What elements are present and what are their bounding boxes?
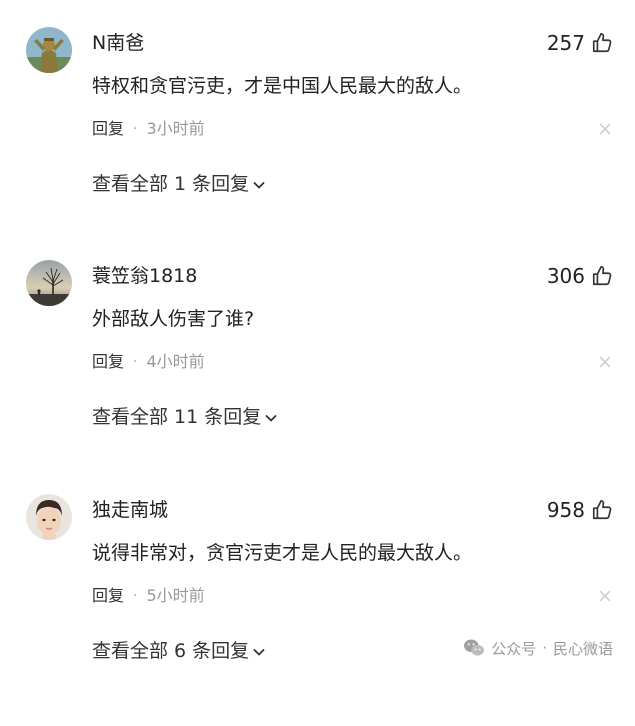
thumbs-up-icon[interactable] — [591, 32, 613, 54]
timestamp: 3小时前 — [146, 119, 205, 138]
comment-text: 外部敌人伤害了谁? — [92, 308, 255, 330]
comment-text: 特权和贪官污吏，才是中国人民最大的敌人。 — [92, 75, 473, 97]
thumbs-up-icon[interactable] — [591, 499, 613, 521]
comment-item: 独走南城 958 说得非常对，贪官污吏才是人民的最大敌人。 回复 · 5小时前 … — [0, 494, 635, 726]
timestamp: 5小时前 — [146, 586, 205, 605]
view-all-replies-button[interactable]: 查看全部 11 条回复 — [92, 404, 278, 430]
chevron-down-icon — [261, 409, 278, 425]
close-icon[interactable] — [599, 356, 611, 368]
face-avatar-icon — [26, 494, 72, 540]
comment-text: 说得非常对，贪官污吏才是人民的最大敌人。 — [92, 542, 473, 564]
watermark-account: 民心微语 — [552, 639, 613, 658]
like-button[interactable]: 958 — [547, 497, 613, 523]
wechat-icon — [463, 638, 491, 658]
comment-meta: 回复 · 5小时前 — [92, 585, 205, 607]
view-replies-label: 查看全部 1 条回复 — [92, 173, 250, 195]
chevron-down-icon — [249, 643, 266, 659]
watermark-label: 公众号 — [491, 639, 537, 658]
thumbs-up-icon[interactable] — [591, 265, 613, 287]
like-button[interactable]: 257 — [547, 30, 613, 56]
view-replies-label: 查看全部 11 条回复 — [92, 406, 262, 428]
like-count: 257 — [546, 31, 585, 55]
watermark-separator: · — [542, 639, 547, 657]
meta-separator: · — [133, 588, 138, 604]
comment-item: N南爸 257 特权和贪官污吏，才是中国人民最大的敌人。 回复 · 3小时前 查… — [0, 27, 635, 259]
avatar[interactable] — [26, 260, 72, 306]
username[interactable]: 独走南城 — [92, 497, 168, 523]
comment-meta: 回复 · 3小时前 — [92, 118, 205, 140]
username[interactable]: N南爸 — [92, 30, 144, 56]
reply-button[interactable]: 回复 — [92, 118, 124, 140]
close-icon[interactable] — [599, 590, 611, 602]
view-all-replies-button[interactable]: 查看全部 1 条回复 — [92, 171, 266, 197]
meta-separator: · — [133, 121, 138, 137]
like-count: 958 — [546, 498, 585, 522]
comment-meta: 回复 · 4小时前 — [92, 351, 205, 373]
like-button[interactable]: 306 — [547, 263, 613, 289]
close-icon[interactable] — [599, 123, 611, 135]
meta-separator: · — [133, 354, 138, 370]
comment-item: 蓑笠翁1818 306 外部敌人伤害了谁? 回复 · 4小时前 查看全部 11 … — [0, 260, 635, 492]
reply-button[interactable]: 回复 — [92, 351, 124, 373]
view-replies-label: 查看全部 6 条回复 — [92, 640, 250, 662]
timestamp: 4小时前 — [146, 352, 205, 371]
statue-avatar-icon — [26, 27, 72, 73]
reply-button[interactable]: 回复 — [92, 585, 124, 607]
avatar[interactable] — [26, 494, 72, 540]
avatar[interactable] — [26, 27, 72, 73]
view-all-replies-button[interactable]: 查看全部 6 条回复 — [92, 638, 266, 664]
chevron-down-icon — [249, 176, 266, 192]
username[interactable]: 蓑笠翁1818 — [92, 263, 197, 289]
like-count: 306 — [546, 264, 585, 288]
tree-sunset-avatar-icon — [26, 260, 72, 306]
account-watermark: 公众号 · 民心微语 — [463, 637, 613, 659]
